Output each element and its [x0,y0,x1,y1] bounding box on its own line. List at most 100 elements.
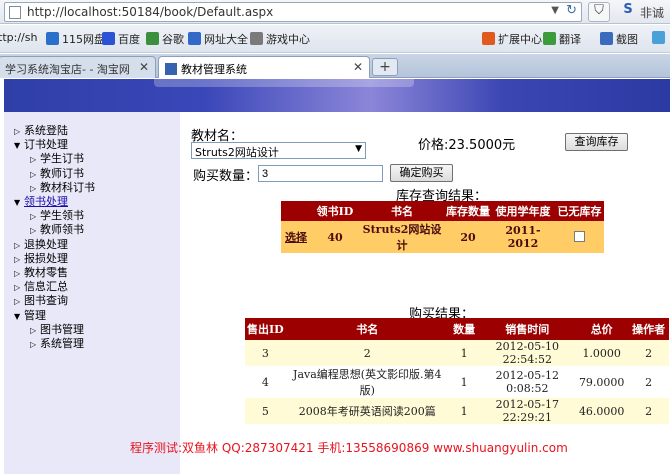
google-icon [146,32,159,45]
cloud-icon [46,32,59,45]
triangle-right-icon[interactable]: ▷ [14,295,24,309]
sale-qty-cell: 1 [448,340,480,366]
triangle-right-icon[interactable]: ▷ [14,281,24,295]
more-icon[interactable] [652,31,668,45]
triangle-right-icon[interactable]: ▷ [14,253,24,267]
new-tab-button[interactable]: + [372,58,398,76]
table-row: 3 2 1 2012-05-10 22:54:52 1.0000 2 [245,340,669,366]
triangle-right-icon[interactable]: ▷ [30,338,40,352]
sidebar-item[interactable]: ▷ 教材零售 [14,266,68,280]
sale-qty-cell: 1 [448,398,480,424]
sales-header: 销售时间 [479,318,576,340]
favorite-label: 翻译 [559,33,581,46]
triangle-down-icon[interactable]: ▼ [14,310,24,324]
page-banner [4,79,670,112]
triangle-right-icon[interactable]: ▷ [30,224,40,238]
sidebar-item[interactable]: ▷ 系统管理 [30,337,84,351]
close-icon[interactable]: ✕ [353,60,363,74]
reload-icon[interactable]: ↻ [566,3,577,18]
sale-total-cell: 1.0000 [575,340,629,366]
sidebar-item[interactable]: ▷ 信息汇总 [14,280,68,294]
stock-qty-cell: 20 [445,221,491,253]
sidebar-item-label: 教材零售 [24,266,68,279]
query-stock-button[interactable]: 查询库存 [565,133,628,151]
tab-textbook-system[interactable]: 教材管理系统 ✕ [158,56,370,78]
confirm-buy-button[interactable]: 确定购买 [390,164,453,182]
sidebar-item[interactable]: ▷ 学生订书 [30,152,84,166]
stock-header: 书名 [359,201,445,221]
sale-total-cell: 79.0000 [575,366,629,398]
sidebar-item[interactable]: ▷ 图书查询 [14,294,68,308]
globe-icon [188,32,201,45]
out-of-stock-cell [555,221,604,253]
favorite-label: 游戏中心 [266,33,310,46]
sidebar-item[interactable]: ▼ 订书处理 [14,138,68,152]
triangle-right-icon[interactable]: ▷ [14,239,24,253]
stock-name-cell: Struts2网站设计 [359,221,445,253]
sidebar-item-label: 退换处理 [24,237,68,251]
table-row: 4 Java编程思想(英文影印版.第4版) 1 2012-05-12 0:08:… [245,366,669,398]
sidebar-item[interactable]: ▷ 系统登陆 [14,124,68,138]
favorite-label: 115网盘 [62,33,105,46]
sidebar-item-label: 学生领书 [40,209,84,223]
sidebar-item-label: 信息汇总 [24,280,68,294]
stock-header: 领书ID [311,201,359,221]
chevron-down-icon: ▼ [355,144,362,154]
triangle-right-icon[interactable]: ▷ [30,153,40,167]
page-icon [165,63,177,75]
sidebar-item[interactable]: ▷ 教师领书 [30,223,84,237]
stock-year-cell: 2011-2012 [491,221,555,253]
out-of-stock-checkbox[interactable] [574,230,585,242]
sidebar-item[interactable]: ▷ 学生领书 [30,209,84,223]
favorite-baidu-link[interactable]: 百度 [102,31,140,47]
sidebar-item[interactable]: ▷ 教材科订书 [30,181,95,195]
sidebar-item[interactable]: ▷ 退换处理 [14,238,68,252]
triangle-right-icon[interactable]: ▷ [14,267,24,281]
favorite-google-link[interactable]: 谷歌 [146,31,184,47]
table-row: 5 2008年考研英语阅读200篇 1 2012-05-17 22:29:21 … [245,398,669,424]
sidebar-item[interactable]: ▼ 领书处理 [14,195,68,209]
quantity-label: 购买数量： [193,169,259,184]
favorite-sites-link[interactable]: 网址大全 [188,31,248,47]
sale-id-cell: 5 [245,398,286,424]
sidebar-item-label: 教材科订书 [40,180,95,194]
sidebar-item-label: 领书处理 [24,195,68,208]
sale-time-cell: 2012-05-17 22:29:21 [479,398,576,424]
favorite-115-link[interactable]: 115网盘 [46,31,105,47]
chevron-down-icon[interactable]: ▼ [551,5,559,16]
select-cell: 选择 [281,221,311,253]
triangle-down-icon[interactable]: ▼ [14,139,24,153]
extensions-button[interactable]: 扩展中心 [482,31,542,47]
sidebar-item[interactable]: ▷ 教师订书 [30,167,84,181]
sale-name-cell: 2 [285,340,449,366]
triangle-right-icon[interactable]: ▷ [30,168,40,182]
quantity-input[interactable] [258,165,383,182]
triangle-right-icon[interactable]: ▷ [30,324,40,338]
sidebar-item[interactable]: ▼ 管理 [14,309,46,323]
sidebar-item[interactable]: ▷ 图书管理 [30,323,84,337]
url-field[interactable]: http://localhost:50184/book/Default.aspx… [4,2,582,22]
sales-table: 售出ID 书名 数量 销售时间 总价 操作者 3 2 1 2012-05-10 … [245,318,669,424]
triangle-right-icon[interactable]: ▷ [14,125,24,139]
search-input[interactable]: 非诚 [640,4,670,24]
triangle-right-icon[interactable]: ▷ [30,210,40,224]
tab-taobao[interactable]: 学习系统淘宝店- - 淘宝网 ✕ [0,56,156,78]
screenshot-button[interactable]: 截图 [600,31,638,47]
favorite-link[interactable]: ttp://sh [0,31,37,44]
triangle-right-icon[interactable]: ▷ [30,182,40,196]
select-link[interactable]: 选择 [285,231,307,244]
triangle-down-icon[interactable]: ▼ [14,196,24,210]
page-icon [9,6,21,19]
sidebar-item[interactable]: ▷ 报损处理 [14,252,68,266]
sidebar-item-label: 报损处理 [24,251,68,265]
search-engine-icon[interactable]: S [618,2,638,22]
translate-button[interactable]: 翻译 [543,31,581,47]
shield-icon[interactable]: ⛉ [588,2,610,22]
extension-icon [482,32,495,45]
book-select[interactable]: Struts2网站设计 ▼ [191,142,366,159]
favorite-label: 扩展中心 [498,33,542,46]
scissors-icon [600,32,613,45]
sale-operator-cell: 2 [628,398,669,424]
favorite-games-link[interactable]: 游戏中心 [250,31,310,47]
close-icon[interactable]: ✕ [139,60,149,74]
